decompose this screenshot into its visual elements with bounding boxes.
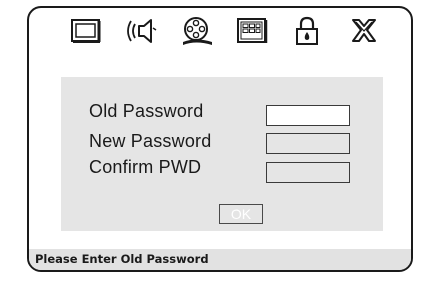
close-icon[interactable]: [347, 16, 381, 46]
status-bar: Please Enter Old Password: [29, 249, 411, 270]
speaker-icon[interactable]: [125, 16, 159, 46]
old-password-label: Old Password: [89, 101, 204, 121]
ok-button[interactable]: OK: [219, 204, 263, 224]
status-message: Please Enter Old Password: [35, 252, 209, 266]
monitor-icon[interactable]: [69, 16, 103, 46]
settings-window: Old Password New Password Confirm PWD OK…: [27, 6, 413, 272]
film-reel-icon[interactable]: [180, 16, 214, 46]
confirm-password-field[interactable]: [266, 162, 350, 183]
confirm-password-label: Confirm PWD: [89, 157, 202, 177]
keypad-icon[interactable]: [235, 16, 269, 46]
password-panel: Old Password New Password Confirm PWD OK: [61, 77, 383, 231]
new-password-field[interactable]: [266, 133, 350, 154]
old-password-field[interactable]: [266, 105, 350, 126]
new-password-label: New Password: [89, 131, 212, 151]
settings-toolbar: [29, 8, 411, 56]
lock-icon[interactable]: [290, 16, 324, 46]
